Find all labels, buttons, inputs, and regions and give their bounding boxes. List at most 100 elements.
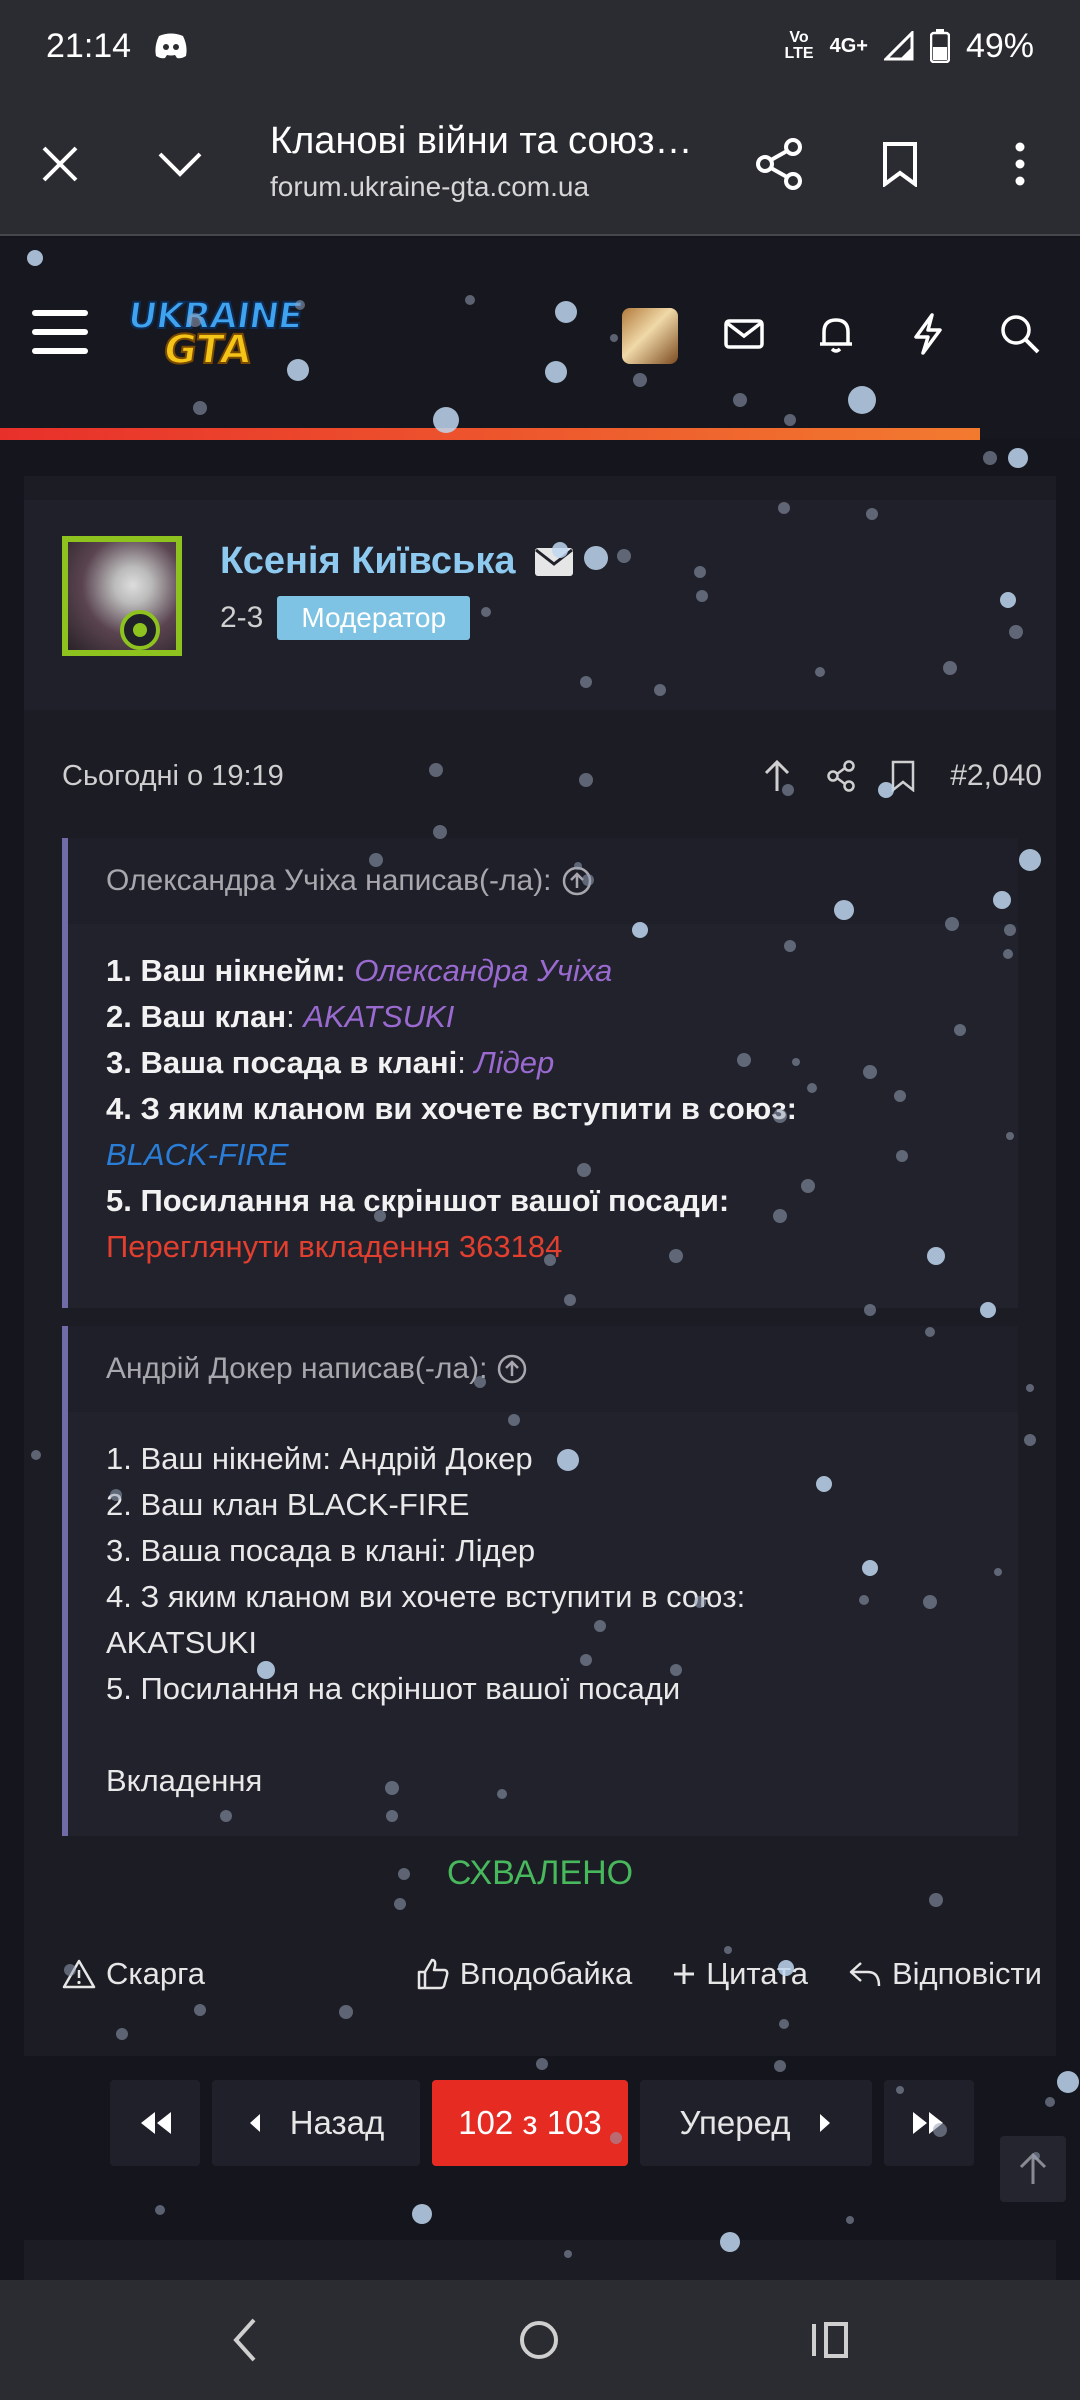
author-meta: 2-3 Модератор <box>220 596 471 640</box>
snowflake <box>155 2205 165 2215</box>
page-tab-title: Кланові війни та союз… <box>270 120 693 162</box>
browser-toolbar: Кланові війни та союз… forum.ukraine-gta… <box>0 92 1080 236</box>
post-actions: Скарга Вподобайка Цитата Відповісти <box>62 1956 1042 1992</box>
plus-icon <box>674 1964 695 1984</box>
approved-status: СХВАЛЕНО <box>446 1854 634 1892</box>
snowflake <box>1008 448 1028 468</box>
quote-line: 4. З яким кланом ви хочете вступити в со… <box>106 1579 746 1614</box>
snowflake <box>983 451 997 465</box>
quote-line: 4. З яким кланом ви хочете вступити в со… <box>106 1091 797 1126</box>
close-icon <box>42 146 78 182</box>
status-time: 21:14 <box>46 26 132 65</box>
last-page-button[interactable] <box>884 2080 974 2166</box>
system-nav-bar <box>0 2280 1080 2400</box>
quote-button[interactable]: Цитата <box>672 1956 808 1992</box>
arrow-circle-up-icon[interactable] <box>562 866 592 896</box>
post-author-block: Ксенія Київська 2-3 Модератор <box>24 500 1056 710</box>
post-date[interactable]: Сьогодні о 19:19 <box>62 760 284 793</box>
whats-new-button[interactable] <box>906 312 954 360</box>
share-icon <box>756 138 802 190</box>
page-url: forum.ukraine-gta.com.ua <box>270 171 590 202</box>
post-number[interactable]: #2,040 <box>950 759 1042 793</box>
first-page-button[interactable] <box>110 2080 200 2166</box>
quote-line: 2. Ваш клан: AKATSUKI <box>106 999 455 1034</box>
status-bar: 21:14 Vo LTE 4G+ 49% <box>0 0 1080 92</box>
quote-line: 1. Ваш нікнейм: Олександра Учіха <box>106 953 613 988</box>
scroll-to-top-button[interactable] <box>1000 2136 1066 2202</box>
reply-button[interactable]: Відповісти <box>848 1956 1042 1992</box>
author-name-link[interactable]: Ксенія Київська <box>220 540 516 583</box>
arrow-up-icon[interactable] <box>762 759 792 793</box>
snowflake <box>412 2204 432 2224</box>
quote-line: 5. Посилання на скріншот вашої посади: <box>106 1183 730 1218</box>
footer-strip <box>24 2240 1056 2280</box>
close-tab-button[interactable] <box>30 134 90 194</box>
quote-body: 1. Ваш нікнейм: Олександра Учіха 2. Ваш … <box>68 924 1018 1300</box>
browser-title-block[interactable]: Кланові війни та союз… forum.ukraine-gta… <box>270 120 700 203</box>
more-options-button[interactable] <box>990 134 1050 194</box>
inbox-button[interactable] <box>722 312 770 360</box>
message-user-icon[interactable] <box>534 547 574 577</box>
lightning-icon <box>914 313 942 355</box>
minimize-tab-button[interactable] <box>150 134 210 194</box>
search-button[interactable] <box>998 312 1046 360</box>
envelope-icon <box>724 319 764 349</box>
home-circle-icon <box>520 2321 558 2359</box>
quote-author: Олександра Учіха написав(-ла): <box>106 864 552 897</box>
site-header: UKRAINE GTA <box>0 238 1080 440</box>
like-button[interactable]: Вподобайка <box>416 1956 632 1992</box>
attachment-link[interactable]: Переглянути вкладення 363184 <box>106 1229 562 1264</box>
quote-line: BLACK-FIRE <box>106 1137 289 1172</box>
bookmark-icon <box>883 142 917 187</box>
quote-header[interactable]: Андрій Докер написав(-ла): <box>68 1326 1018 1412</box>
current-page-button[interactable]: 102 з 103 <box>432 2080 628 2166</box>
pagination: Назад 102 з 103 Уперед <box>110 2080 974 2166</box>
quote-line: 5. Посилання на скріншот вашої посади <box>106 1671 681 1706</box>
attachments-label: Вкладення <box>106 1763 263 1798</box>
alerts-button[interactable] <box>814 312 862 360</box>
online-status-icon <box>120 610 160 650</box>
share-button[interactable] <box>750 134 810 194</box>
quote-line: 3. Ваша посада в клані: Лідер <box>106 1045 555 1080</box>
nav-back-button[interactable] <box>220 2310 270 2375</box>
arrow-circle-up-icon[interactable] <box>497 1354 527 1384</box>
thumbs-up-icon <box>417 1958 449 1990</box>
snowflake <box>846 2216 854 2224</box>
double-chevron-left-icon <box>141 2112 171 2134</box>
quote-line: 3. Ваша посада в клані: Лідер <box>106 1533 536 1568</box>
quote-body: 1. Ваш нікнейм: Андрій Докер 2. Ваш клан… <box>68 1412 1018 1834</box>
quote-author: Андрій Докер написав(-ла): <box>106 1352 488 1385</box>
quote-header[interactable]: Олександра Учіха написав(-ла): <box>68 838 1018 924</box>
author-name: Ксенія Київська <box>220 540 574 583</box>
quote-line: 1. Ваш нікнейм: Андрій Докер <box>106 1441 533 1476</box>
recents-icon <box>812 2322 848 2358</box>
bookmark-button[interactable] <box>870 134 930 194</box>
quote-line: 2. Ваш клан BLACK-FIRE <box>106 1487 470 1522</box>
quote-block: Олександра Учіха написав(-ла): 1. Ваш ні… <box>62 838 1018 1308</box>
account-avatar[interactable] <box>622 308 678 364</box>
nav-recents-button[interactable] <box>806 2310 856 2375</box>
bell-icon <box>820 318 852 353</box>
author-level: 2-3 <box>220 601 264 634</box>
post-meta: Сьогодні о 19:19 #2,040 <box>62 746 1042 806</box>
quote-line: AKATSUKI <box>106 1625 258 1660</box>
caret-left-icon <box>249 2114 260 2132</box>
moderator-badge: Модератор <box>277 596 471 640</box>
snowflake <box>536 2058 548 2070</box>
report-button[interactable]: Скарга <box>62 1956 205 1992</box>
menu-button[interactable] <box>32 310 88 354</box>
network-type: 4G+ <box>829 34 868 57</box>
share-icon[interactable] <box>826 760 856 792</box>
bookmark-icon[interactable] <box>890 760 916 792</box>
next-page-button[interactable]: Уперед <box>640 2080 872 2166</box>
discord-icon <box>155 33 187 59</box>
battery-icon <box>929 29 950 63</box>
nav-home-button[interactable] <box>514 2310 564 2375</box>
battery-percent: 49% <box>965 26 1034 65</box>
warning-icon <box>62 1959 96 1989</box>
site-logo[interactable]: UKRAINE GTA <box>124 295 306 382</box>
prev-page-button[interactable]: Назад <box>212 2080 420 2166</box>
arrow-up-icon <box>1019 2152 1047 2184</box>
snowflake <box>1045 2097 1055 2107</box>
back-icon <box>233 2318 256 2362</box>
